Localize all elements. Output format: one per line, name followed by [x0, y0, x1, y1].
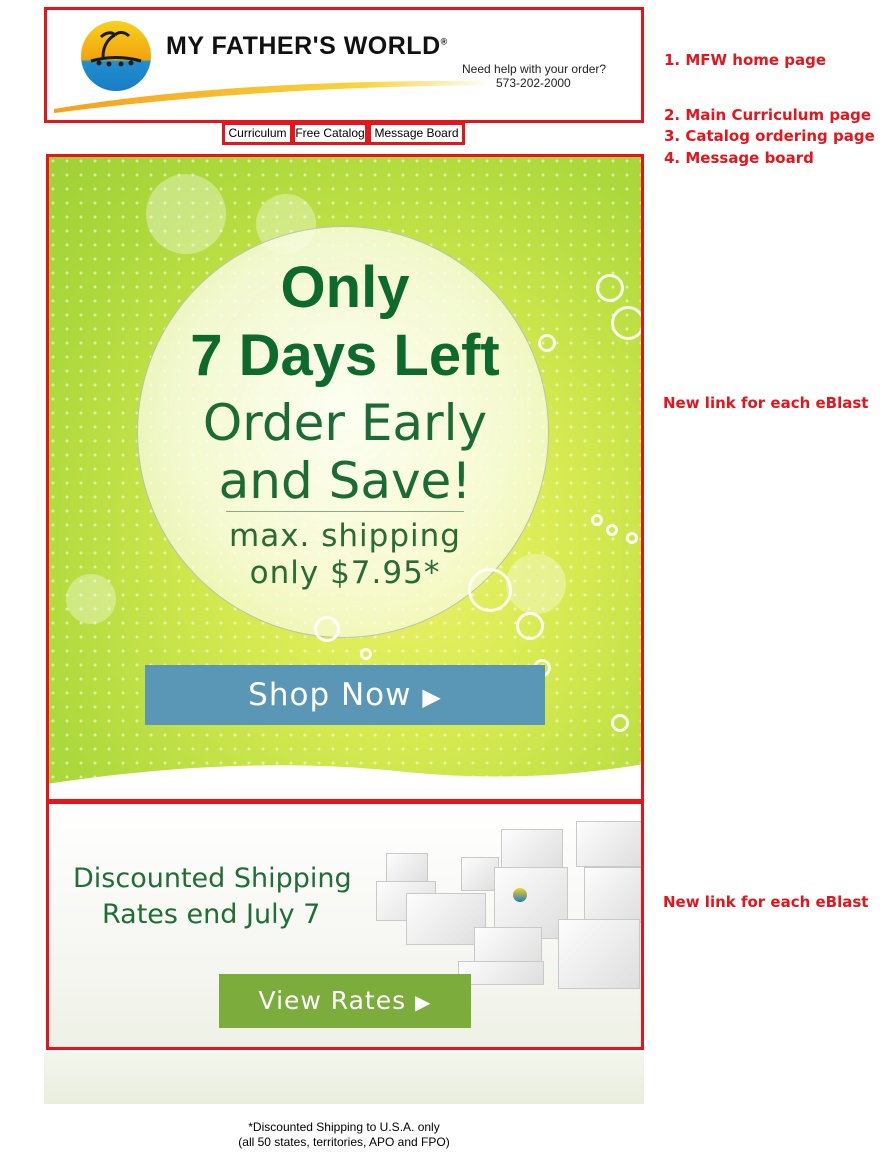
nav-message-board-link[interactable]: Message Board: [368, 122, 465, 145]
footer-disclaimer-2: (all 50 states, territories, APO and FPO…: [238, 1135, 450, 1149]
home-link-outline: [44, 7, 644, 123]
annotation-shipping-link: New link for each eBlast: [663, 893, 869, 911]
hero-link-outline: [46, 154, 644, 802]
annotation-home: 1. MFW home page: [664, 51, 827, 69]
annotation-catalog: 3. Catalog ordering page: [664, 127, 875, 145]
annotation-hero-link: New link for each eBlast: [663, 394, 869, 412]
footer-band: [44, 1052, 644, 1104]
nav-curriculum-link[interactable]: Curriculum: [222, 122, 293, 145]
annotation-message-board: 4. Message board: [664, 149, 814, 167]
nav-free-catalog-link[interactable]: Free Catalog: [292, 122, 368, 145]
footer-disclaimer-1: *Discounted Shipping to U.S.A. only: [248, 1120, 440, 1134]
shipping-link-outline: [46, 801, 644, 1050]
annotation-curriculum: 2. Main Curriculum page: [664, 106, 872, 124]
